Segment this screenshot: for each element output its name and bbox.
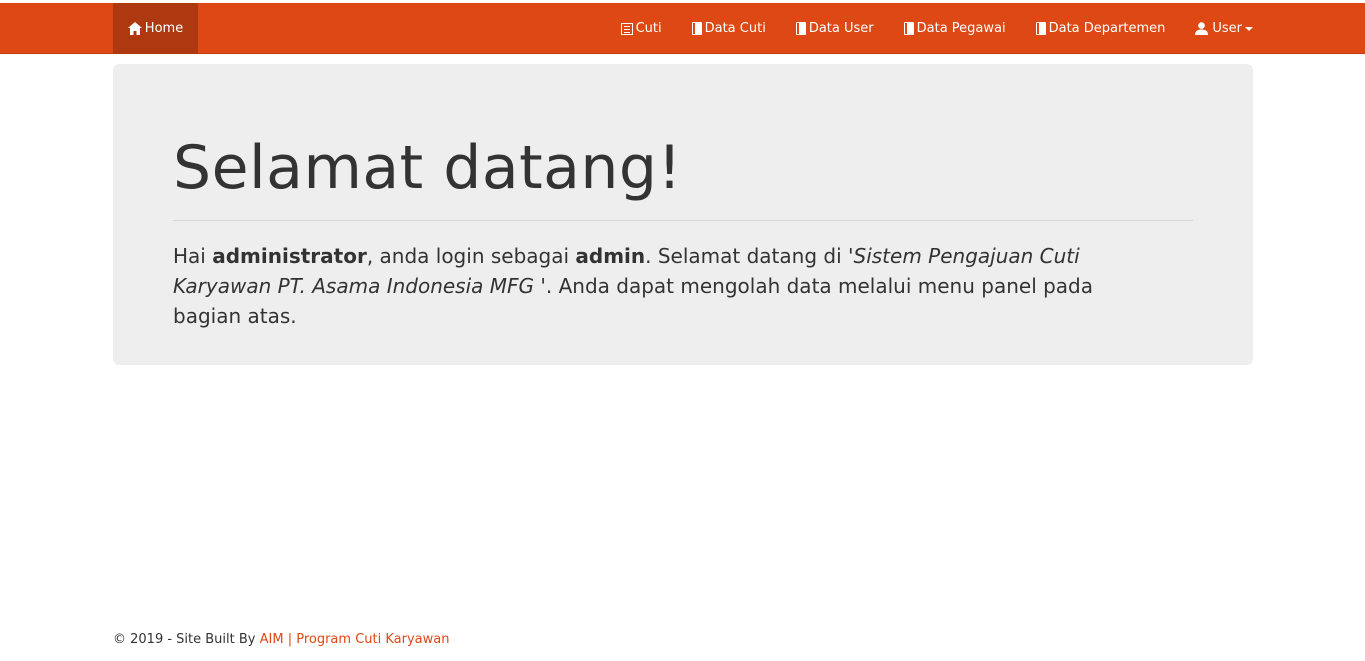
nav-user-label: User bbox=[1212, 21, 1242, 36]
book-icon bbox=[903, 22, 914, 35]
footer-copyright: © 2019 - Site Built By bbox=[113, 632, 260, 647]
book-icon bbox=[795, 22, 806, 35]
role-prefix-text: , anda login sebagai bbox=[366, 244, 576, 268]
book-icon bbox=[1035, 22, 1046, 35]
nav-item-data-user[interactable]: Data User bbox=[781, 3, 889, 54]
caret-down-icon bbox=[1245, 26, 1253, 31]
nav-item-data-departemen[interactable]: Data Departemen bbox=[1021, 3, 1181, 54]
nav-item-label: Data Pegawai bbox=[916, 21, 1006, 36]
welcome-message: Hai administrator, anda login sebagai ad… bbox=[173, 241, 1163, 331]
footer: © 2019 - Site Built By AIM | Program Cut… bbox=[113, 632, 449, 647]
role: admin bbox=[575, 244, 646, 268]
welcome-prefix-text: . Selamat datang di bbox=[645, 244, 848, 268]
nav-item-label: Data Cuti bbox=[704, 21, 766, 36]
list-icon bbox=[620, 22, 633, 35]
nav-item-label: Cuti bbox=[635, 21, 662, 36]
nav-item-label: Data User bbox=[808, 21, 874, 36]
page-title: Selamat datang! bbox=[173, 133, 683, 203]
nav-home-label: Home bbox=[144, 21, 184, 36]
welcome-jumbotron: Selamat datang! Hai administrator, anda … bbox=[113, 64, 1253, 365]
nav-user-dropdown[interactable]: User bbox=[1180, 3, 1253, 54]
user-icon bbox=[1195, 22, 1209, 35]
book-icon bbox=[691, 22, 702, 35]
username: administrator bbox=[212, 244, 367, 268]
greeting-text: Hai bbox=[173, 244, 213, 268]
top-navbar: Home Cuti Data Cuti Data User Data Pegaw… bbox=[0, 3, 1365, 54]
home-icon bbox=[127, 22, 142, 35]
divider bbox=[173, 220, 1193, 221]
nav-item-data-pegawai[interactable]: Data Pegawai bbox=[889, 3, 1021, 54]
nav-item-label: Data Departemen bbox=[1048, 21, 1166, 36]
nav-menu: Cuti Data Cuti Data User Data Pegawai Da… bbox=[606, 3, 1253, 54]
nav-item-data-cuti[interactable]: Data Cuti bbox=[677, 3, 781, 54]
footer-link[interactable]: AIM | Program Cuti Karyawan bbox=[260, 632, 450, 647]
nav-item-cuti[interactable]: Cuti bbox=[606, 3, 677, 54]
nav-home[interactable]: Home bbox=[113, 3, 198, 54]
